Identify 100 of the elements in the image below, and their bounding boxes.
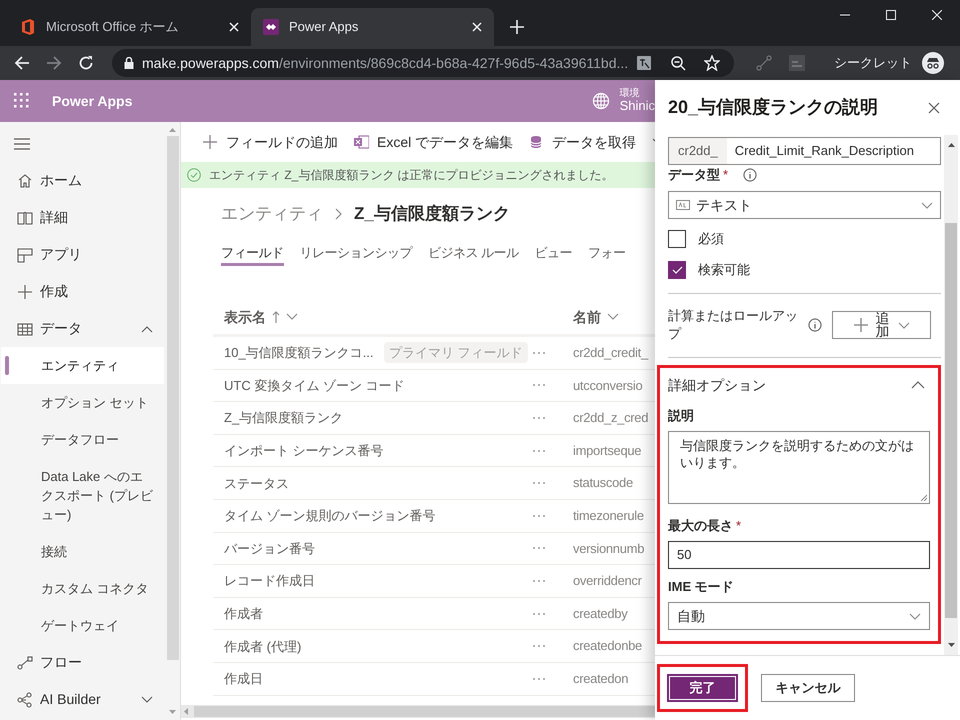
more-icon[interactable] bbox=[532, 612, 546, 616]
home-icon bbox=[17, 172, 33, 188]
zoom-out-icon[interactable] bbox=[670, 55, 686, 71]
scroll-up-icon[interactable] bbox=[948, 143, 954, 147]
required-mark: * bbox=[736, 517, 742, 536]
sidebar-item[interactable]: データフロー bbox=[1, 421, 164, 458]
more-icon[interactable] bbox=[532, 383, 546, 388]
table-cell: 作成者 (代理) bbox=[224, 638, 302, 654]
sidebar-item[interactable]: オプション セット bbox=[1, 384, 164, 421]
info-icon[interactable] bbox=[743, 168, 758, 182]
tab[interactable]: リレーションシップ bbox=[300, 242, 412, 266]
book-icon bbox=[17, 210, 33, 226]
sidebar-item[interactable]: フロー bbox=[0, 644, 165, 681]
column-header[interactable]: 名前 bbox=[573, 306, 655, 328]
back-icon[interactable] bbox=[14, 55, 30, 71]
close-icon[interactable] bbox=[928, 102, 940, 114]
extension-icon[interactable] bbox=[756, 55, 772, 71]
tab[interactable]: ビジネス ルール bbox=[428, 242, 519, 266]
app-title: Power Apps bbox=[52, 92, 132, 111]
more-icon[interactable] bbox=[532, 350, 546, 355]
extension-icon[interactable] bbox=[788, 54, 806, 72]
toolbar-button[interactable]: フィールドの追加 bbox=[203, 132, 338, 152]
dropdown[interactable]: 自動 bbox=[668, 602, 930, 630]
more-icon[interactable] bbox=[532, 416, 546, 420]
horizontal-scrollbar[interactable] bbox=[181, 705, 655, 718]
add-button[interactable]: 追加 bbox=[832, 311, 931, 339]
sidebar-item[interactable]: アプリ bbox=[0, 236, 165, 273]
app-launcher-icon[interactable] bbox=[14, 93, 30, 109]
sidebar-item[interactable]: 接続 bbox=[1, 533, 164, 570]
tab[interactable]: フィールド bbox=[221, 242, 284, 266]
tab[interactable]: フォー bbox=[588, 242, 626, 266]
tab[interactable]: ビュー bbox=[534, 242, 572, 266]
checkbox[interactable] bbox=[668, 230, 686, 248]
dropdown-value: 自動 bbox=[677, 606, 706, 626]
more-icon[interactable] bbox=[532, 676, 546, 681]
cancel-button[interactable]: キャンセル bbox=[761, 674, 855, 702]
sidebar-item[interactable]: Data Lake へのエクスポート (プレビュー) bbox=[1, 458, 164, 533]
new-tab-icon[interactable] bbox=[510, 20, 524, 34]
scrollbar-thumb[interactable] bbox=[166, 136, 178, 660]
environment-label: 環境 bbox=[620, 88, 641, 100]
globe-icon[interactable] bbox=[592, 92, 610, 110]
chevron-icon[interactable] bbox=[911, 381, 925, 389]
reload-icon[interactable] bbox=[78, 55, 94, 71]
incognito-icon[interactable] bbox=[922, 52, 944, 74]
sidebar-item[interactable]: 詳細 bbox=[0, 199, 165, 236]
chevron-icon[interactable] bbox=[141, 324, 153, 332]
table-cell: インポート シーケンス番号 bbox=[224, 443, 384, 458]
sidebar-item[interactable]: カスタム コネクタ bbox=[1, 570, 164, 607]
chevron-down-icon bbox=[898, 322, 910, 328]
more-icon[interactable] bbox=[532, 481, 546, 486]
chevron-down-icon bbox=[921, 202, 933, 208]
sidebar-item[interactable]: データ bbox=[0, 310, 165, 347]
table-cell: 10_与信限度額ランクコ... bbox=[224, 345, 374, 360]
sidebar-item[interactable]: AI Builder bbox=[0, 681, 165, 718]
scroll-left-icon bbox=[184, 708, 188, 715]
browser-tab[interactable]: Microsoft Office ホーム bbox=[8, 8, 251, 46]
translate-icon[interactable] bbox=[636, 55, 652, 71]
description-field[interactable]: 与信限度ランクを説明するための文がはいります。 bbox=[668, 431, 930, 504]
more-icon[interactable] bbox=[532, 644, 546, 648]
column-header[interactable]: 表示名 bbox=[213, 306, 573, 328]
done-button[interactable]: 完了 bbox=[667, 674, 738, 702]
menu-icon[interactable] bbox=[14, 138, 30, 150]
dropdown[interactable]: テキスト bbox=[668, 191, 941, 219]
more-icon[interactable] bbox=[532, 546, 546, 550]
toolbar-button[interactable]: Excel でデータを編集 bbox=[354, 132, 514, 152]
name-field[interactable]: cr2dd_ Credit_Limit_Rank_Description bbox=[668, 137, 941, 165]
browser-tab[interactable]: Power Apps bbox=[251, 8, 494, 46]
scrollbar-thumb[interactable] bbox=[945, 223, 957, 618]
incognito-label: シークレット bbox=[834, 54, 912, 72]
info-icon[interactable] bbox=[808, 318, 822, 332]
address-bar[interactable]: make.powerapps.com/environments/869c8cd4-b68a-427f-96d5-43a39611bd... bbox=[112, 49, 734, 77]
sort-arrow-icon bbox=[272, 311, 280, 323]
power-apps-icon bbox=[263, 19, 279, 35]
field-label: IME モード bbox=[668, 578, 734, 596]
checkbox[interactable] bbox=[668, 261, 686, 279]
table-cell: タイム ゾーン規則のバージョン番号 bbox=[224, 508, 436, 524]
chevron-icon[interactable] bbox=[141, 696, 153, 704]
sidebar-item[interactable]: エンティティ bbox=[1, 347, 164, 384]
table-cell-text: overriddencr bbox=[573, 572, 642, 590]
checkbox-label: 検索可能 bbox=[698, 261, 750, 280]
table-cell-text: versionnumb bbox=[573, 540, 644, 558]
maximize-icon[interactable] bbox=[886, 10, 896, 20]
chevron-down-icon bbox=[909, 612, 921, 620]
more-icon[interactable] bbox=[532, 448, 546, 453]
scroll-down-icon[interactable] bbox=[948, 643, 954, 647]
resize-handle-icon bbox=[920, 494, 927, 501]
max-length-field[interactable]: 50 bbox=[668, 541, 930, 569]
more-icon[interactable] bbox=[532, 514, 546, 518]
more-icon[interactable] bbox=[532, 578, 546, 583]
flow-icon bbox=[17, 654, 33, 670]
table-cell-text: createdonbe bbox=[573, 637, 642, 656]
panel-title: 20_与信限度ランクの説明 bbox=[668, 96, 880, 119]
breadcrumb-item[interactable]: エンティティ bbox=[221, 201, 323, 227]
toolbar-button[interactable]: データを取得 bbox=[529, 132, 636, 152]
bookmark-star-icon[interactable] bbox=[704, 55, 720, 71]
sidebar-item[interactable]: ホーム bbox=[0, 162, 165, 199]
forward-icon[interactable] bbox=[46, 55, 62, 71]
section-title[interactable]: 詳細オプション bbox=[668, 374, 911, 396]
sidebar-item[interactable]: ゲートウェイ bbox=[1, 607, 164, 644]
sidebar-item[interactable]: 作成 bbox=[0, 273, 165, 310]
